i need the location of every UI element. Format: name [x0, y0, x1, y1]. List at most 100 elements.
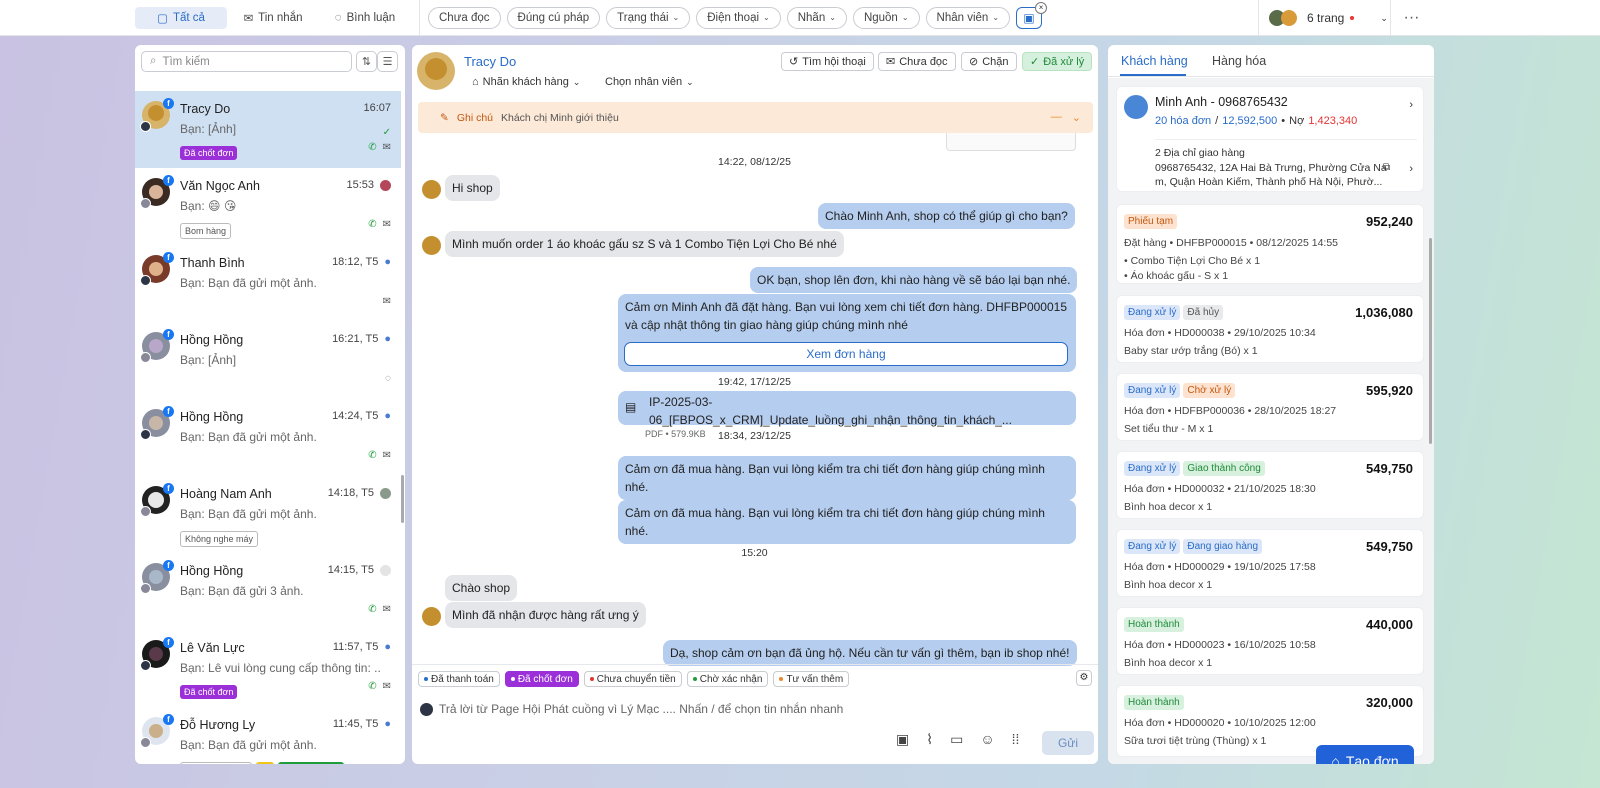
conversation-item[interactable]: f Hồng Hồng 14:15, T5 Bạn: Bạn đã gửi 3 … — [135, 553, 401, 630]
file-message[interactable]: ▤ IP-2025-03-06_[FBPOS_x_CRM]_Update_luồ… — [618, 391, 1076, 439]
conversation-item[interactable]: f Hồng Hồng 14:24, T5 ● Bạn: Bạn đã gửi m… — [135, 399, 401, 476]
order-card[interactable]: Đang xử lý Chờ xử lý 595,920 Hóa đơn • HD… — [1116, 373, 1424, 441]
search-conversation-button[interactable]: ↺ Tìm hội thoại — [781, 52, 874, 71]
facebook-icon: f — [163, 637, 174, 648]
conversation-name: Lê Văn Lực — [180, 641, 245, 655]
segment-all[interactable]: ▢ Tất cả — [135, 6, 227, 29]
message-text: và cập nhật thông tin giao hàng giúp chú… — [625, 318, 908, 332]
order-badges: Phiếu tạm — [1124, 213, 1180, 229]
chevron-down-icon[interactable]: ⌄ — [1072, 111, 1081, 124]
quick-tag-paid[interactable]: Đã thanh toán — [418, 671, 500, 687]
filter-list-button[interactable]: ☰ — [377, 51, 398, 72]
filter-staff[interactable]: Nhân viên ⌄ — [925, 6, 1011, 29]
status-badge: Đang giao hàng — [1183, 539, 1263, 554]
clear-date-icon[interactable]: × — [1035, 1, 1048, 14]
reply-placeholder: Trả lời từ Page Hội Phát cuồng vì Lý Mạc… — [439, 702, 844, 716]
status-badge: Phiếu tạm — [1124, 214, 1178, 229]
tab-customer[interactable]: Khách hàng — [1121, 54, 1188, 68]
chevron-down-icon: ⌄ — [829, 13, 836, 22]
quick-tag-pending[interactable]: Chờ xác nhận — [686, 671, 769, 687]
contact-icons: ✆ ✉ — [368, 604, 391, 615]
minimize-icon[interactable]: — — [1051, 111, 1062, 124]
message-incoming: Chào shop — [445, 575, 518, 601]
filter-source[interactable]: Nguồn ⌄ — [852, 6, 920, 29]
quick-tag-closed[interactable]: Đã chốt đơn — [504, 671, 579, 687]
contact-icons: ◌ — [385, 373, 391, 384]
more-menu-button[interactable]: ··· — [1390, 0, 1432, 36]
mark-unread-button[interactable]: ✉ Chưa đọc — [878, 52, 956, 71]
order-card[interactable]: Hoàn thành 440,000 Hóa đơn • HD000023 • … — [1116, 607, 1424, 675]
customer-avatar — [417, 52, 455, 90]
order-meta: Hóa đơn • HDFBP000036 • 28/10/2025 18:27 — [1124, 405, 1337, 417]
copy-icon[interactable]: ⧉ — [1383, 162, 1390, 173]
filter-syntax[interactable]: Đúng cú pháp — [506, 6, 601, 29]
order-item: Baby star ướp trắng (Bó) x 1 — [1124, 345, 1258, 357]
page-avatar-icon — [140, 583, 151, 594]
conversation-item[interactable]: f Đỗ Hương Ly 11:45, T5 ● Bạn: Bạn đã gửi… — [135, 707, 401, 764]
order-card[interactable]: Đang xử lý Đã hủy 1,036,080 Hóa đơn • HD0… — [1116, 295, 1424, 363]
conversation-item[interactable]: f Văn Ngọc Anh 15:53 Bạn: 😄 😘 Bom hàng ✆… — [135, 168, 401, 245]
color-dot — [424, 677, 428, 681]
order-card[interactable]: Đang xử lý Đang giao hàng 549,750 Hóa đơn… — [1116, 529, 1424, 597]
filter-label-tag[interactable]: Nhãn ⌄ — [786, 6, 847, 29]
filter-phone[interactable]: Điện thoại ⌄ — [696, 6, 781, 29]
conversation-item[interactable]: f Thanh Bình 18:12, T5 ● Bạn: Bạn đã gửi … — [135, 245, 401, 322]
conversation-tag: Đã chốt đơn — [180, 685, 238, 699]
sort-button[interactable]: ⇅ — [356, 51, 377, 72]
page-selector[interactable]: 6 trang ⌄ — [1258, 0, 1390, 36]
scrollbar[interactable] — [401, 475, 404, 523]
time-text: 14:24, T5 — [332, 410, 379, 422]
order-card[interactable]: Đang xử lý Giao thành công 549,750 Hóa đơ… — [1116, 451, 1424, 519]
filter-unread[interactable]: Chưa đọc — [428, 6, 501, 29]
order-item: • Combo Tiện Lợi Cho Bé x 1 — [1124, 255, 1261, 267]
composer-tools: ▣ ⌇ ▭ ☺ ⁞⁞ — [896, 731, 1019, 748]
conversation-time: 14:18, T5 — [328, 487, 391, 499]
chat-customer-name[interactable]: Tracy Do — [464, 54, 516, 69]
segment-messages[interactable]: ✉ Tin nhắn — [227, 7, 319, 29]
page-avatar-icon — [140, 121, 151, 132]
view-order-button[interactable]: Xem đơn hàng — [624, 342, 1068, 366]
conversation-item[interactable]: f Lê Văn Lực 11:57, T5 ● Bạn: Lê vui lòng… — [135, 630, 401, 707]
chevron-right-icon[interactable]: › — [1409, 99, 1413, 111]
tab-products[interactable]: Hàng hóa — [1212, 54, 1266, 68]
quick-tag-consult[interactable]: Tư vấn thêm — [773, 671, 850, 687]
conversation-item[interactable]: f Hồng Hồng 16:21, T5 ● Bạn: [Ảnh] ◌ — [135, 322, 401, 399]
send-button[interactable]: Gửi — [1042, 731, 1094, 755]
tab-underline — [1120, 74, 1186, 76]
facebook-icon: f — [163, 406, 174, 417]
btn-label: Đã xử lý — [1043, 55, 1085, 68]
chevron-right-icon[interactable]: › — [1409, 163, 1413, 175]
image-icon[interactable]: ▣ — [896, 731, 909, 748]
mail-icon: ✉ — [886, 56, 896, 68]
settings-icon[interactable]: ⚙ — [1076, 670, 1092, 686]
quick-tag-not-transferred[interactable]: Chưa chuyển tiền — [583, 671, 682, 687]
chevron-down-icon: ⌄ — [672, 13, 680, 22]
conversation-name: Văn Ngọc Anh — [180, 179, 260, 193]
reply-input[interactable]: Trả lời từ Page Hội Phát cuồng vì Lý Mạc… — [420, 702, 843, 716]
pages-label: 6 trang — [1307, 11, 1345, 25]
conversation-item[interactable]: f Tracy Do 16:07 Bạn: [Ảnh] Đã chốt đơn … — [135, 91, 401, 168]
conversation-item[interactable]: f Hoàng Nam Anh 14:18, T5 Bạn: Bạn đã gử… — [135, 476, 401, 553]
attachment-icon[interactable]: ⌇ — [926, 731, 933, 748]
create-order-button[interactable]: ⌂ Tạo đơn — [1316, 745, 1414, 764]
block-button[interactable]: ⊘ Chặn — [961, 52, 1017, 71]
staff-dropdown[interactable]: Chọn nhân viên ⌄ — [605, 76, 694, 88]
segment-comments[interactable]: ◌ Bình luận — [319, 7, 411, 29]
customer-label-dropdown[interactable]: ⌂ Nhãn khách hàng ⌄ — [472, 76, 580, 88]
date-filter-button[interactable]: ▣ × — [1016, 1, 1048, 29]
emoji-icon[interactable]: ☺ — [980, 731, 994, 748]
conversation-name: Hồng Hồng — [180, 333, 244, 347]
filter-status[interactable]: Trạng thái ⌄ — [606, 6, 691, 29]
scrollbar[interactable] — [1429, 238, 1432, 444]
apps-icon[interactable]: ⁞⁞ — [1012, 731, 1020, 748]
chevron-down-icon: ⌄ — [572, 76, 581, 87]
pencil-icon: ✎ — [440, 111, 449, 124]
customer-card[interactable]: Minh Anh - 0968765432 20 hóa đơn/ 12,592… — [1116, 86, 1424, 192]
mark-done-button[interactable]: ✓ Đã xử lý — [1022, 52, 1093, 71]
order-amount: 1,036,080 — [1355, 305, 1413, 320]
quick-reply-icon[interactable]: ▭ — [950, 731, 963, 748]
order-item: Bình hoa decor x 1 — [1124, 501, 1213, 513]
user-icon: ● — [384, 333, 391, 345]
order-card[interactable]: Phiếu tạm 952,240 Đặt hàng • DHFBP000015… — [1116, 204, 1424, 284]
search-input[interactable]: ⌕ Tìm kiếm — [141, 51, 352, 72]
